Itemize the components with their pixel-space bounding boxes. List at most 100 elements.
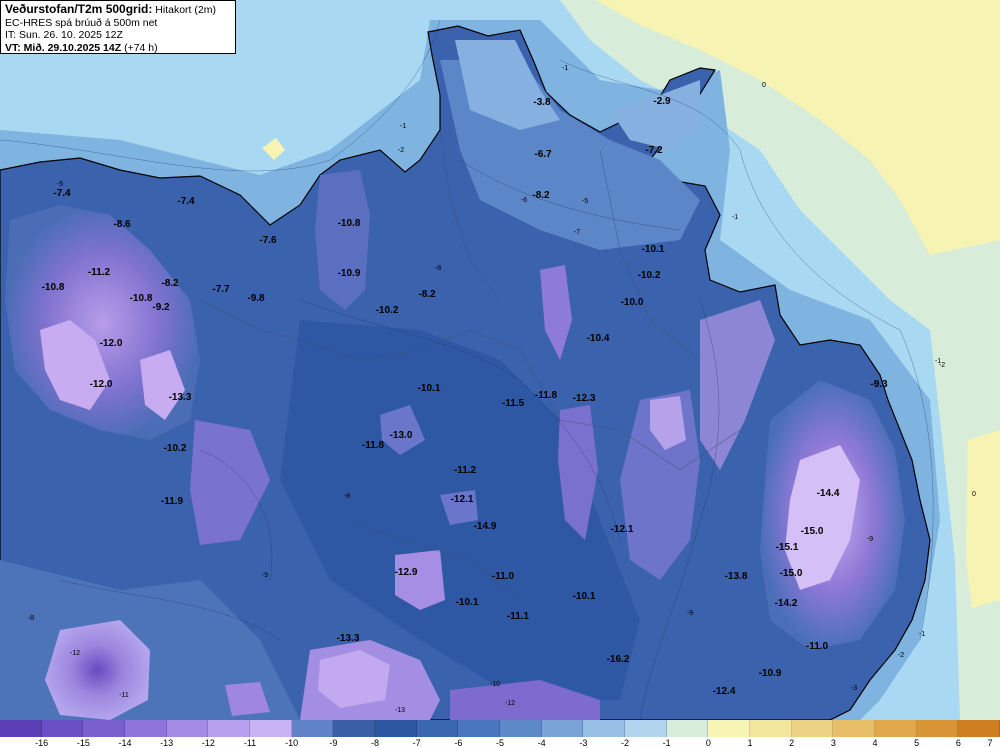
contour-label: -2 [898,652,904,659]
temperature-value-label: -11.8 [535,390,558,401]
colorbar-swatch [0,720,42,737]
colorbar-tick-label: 4 [872,738,878,748]
temperature-value-label: -10.2 [376,305,399,316]
map-frame: -7.4 -8.6 -11.2 -10.8 -10.8 -8.2 -9.2 -12.0 -12.… [0,0,1000,748]
temperature-value-label: -11.1 [507,611,530,622]
temperature-value-label: -7.7 [212,284,230,295]
colorbar-tick-label: -8 [370,738,380,748]
colorbar-tick-label: -16 [35,738,49,748]
temperature-value-label: -10.9 [759,668,782,679]
temperature-value-label: -10.8 [338,218,361,229]
temperature-value-label: -10.1 [573,591,596,602]
map-title: Veðurstofan/T2m 500grid: [5,2,153,16]
temperature-value-label: -9.8 [247,293,265,304]
contour-label: -6 [521,197,527,204]
temperature-value-label: -7.4 [53,188,71,199]
temperature-value-label: -14.9 [474,521,497,532]
colorbar-swatch [500,720,542,737]
temperature-value-label: -11.8 [362,440,385,451]
temperature-value-label: -12.9 [395,567,418,578]
colorbar-tick-label: -6 [454,738,463,748]
colorbar-swatch [208,720,251,737]
colorbar-tick-label: -5 [495,738,505,748]
temperature-value-label: -12.0 [100,338,123,349]
contour-label: -5 [582,198,588,205]
temperature-value-label: -12.1 [451,494,474,505]
temperature-value-label: -3.8 [533,97,551,108]
colorbar-tick-label: 2 [789,738,795,748]
colorbar-tick-label: -4 [537,738,546,748]
colorbar-swatch [958,720,1000,737]
colorbar-tick-label: -2 [620,738,630,748]
temperature-value-label: -6.7 [534,149,552,160]
colorbar-swatch [708,720,751,737]
temperature-value-label: -7.2 [645,145,663,156]
contour-label: -13 [395,707,405,714]
colorbar-swatch [541,720,584,737]
temperature-value-label: -15.1 [776,542,799,553]
temperature-value-label: -8.6 [113,219,131,230]
contour-label: -2 [398,147,404,154]
contour-label: -12 [505,700,515,707]
temperature-value-label: -2.9 [653,96,671,107]
title-line: Veðurstofan/T2m 500grid: Hitakort (2m) [5,3,231,17]
temperature-value-label: -11.0 [492,571,515,582]
colorbar-swatch [666,720,709,737]
contour-label: -3 [851,685,857,692]
temperature-value-label: -13.3 [337,633,360,644]
temperature-value-label: -9.2 [152,302,170,313]
temperature-value-label: -10.4 [587,333,610,344]
valid-time-line: VT: Mið. 29.10.2025 14Z (+74 h) [5,42,231,55]
temperature-value-label: -15.0 [801,526,824,537]
colorbar-tick-label: -3 [579,738,588,748]
colorbar-swatch [83,720,126,737]
colorbar-tick-label: 7 [987,738,993,748]
temperature-value-label: -14.2 [775,598,798,609]
info-box: Veðurstofan/T2m 500grid: Hitakort (2m) E… [0,0,236,54]
colorbar-swatch [375,720,417,737]
contour-label: -1 [400,123,406,130]
colorbar-tick-label: 3 [830,738,836,748]
colorbar-tick-label: -14 [118,738,132,748]
temperature-value-label: -10.1 [456,597,479,608]
temperature-value-label: -10.2 [164,443,187,454]
colorbar-tick-label: -1 [662,738,671,748]
colorbar-swatch [458,720,501,737]
colorbar-swatch [333,720,376,737]
temperature-value-label: -10.1 [418,383,441,394]
contour-label: -8 [435,265,441,272]
temperature-value-label: -10.1 [642,244,665,255]
temperature-value-label: -10.2 [638,270,661,281]
temperature-value-label: -11.2 [454,465,477,476]
colorbar-swatches [0,720,1000,737]
temperature-value-label: -12.1 [611,524,634,535]
colorbar-swatch [916,720,959,737]
map-subtitle: Hitakort (2m) [155,4,216,16]
north-peninsula [315,170,370,310]
temperature-value-label: -12.0 [90,379,113,390]
land-pale-east [966,430,1000,608]
init-time: IT: Sun. 26. 10. 2025 12Z [5,29,123,41]
contour-label: -1 [562,65,568,72]
valid-time: VT: Mið. 29.10.2025 14Z [5,41,122,54]
temperature-value-label: -8.2 [532,190,550,201]
temperature-value-label: -7.4 [177,196,195,207]
colorbar-labels: -16 -15 -14 -13 -12 -11 -10 -9 -8 -7 -6 -5 -4 -3 -2 -1 0… [0,738,1000,748]
temperature-value-label: -14.4 [817,488,840,499]
colorbar-tick-label: -9 [329,738,338,748]
colorbar-swatch [875,720,917,737]
contour-label: -9 [262,572,268,579]
colorbar-swatch [833,720,876,737]
colorbar-swatch [750,720,792,737]
colorbar-swatch [41,720,84,737]
temperature-value-label: -13.3 [169,392,192,403]
valid-offset: (+74 h) [124,41,158,54]
glacier-southwest [45,620,150,720]
colorbar-swatch [416,720,459,737]
model-line: EC-HRES spá brúuð á 500m net [5,16,158,29]
temperature-value-label: -8.2 [418,289,436,300]
temperature-map[interactable]: -7.4 -8.6 -11.2 -10.8 -10.8 -8.2 -9.2 -12.0 -12.… [0,0,1000,720]
temperature-value-label: -12.4 [713,686,736,697]
colorbar-swatch [250,720,292,737]
contour-label: -9 [687,610,693,617]
